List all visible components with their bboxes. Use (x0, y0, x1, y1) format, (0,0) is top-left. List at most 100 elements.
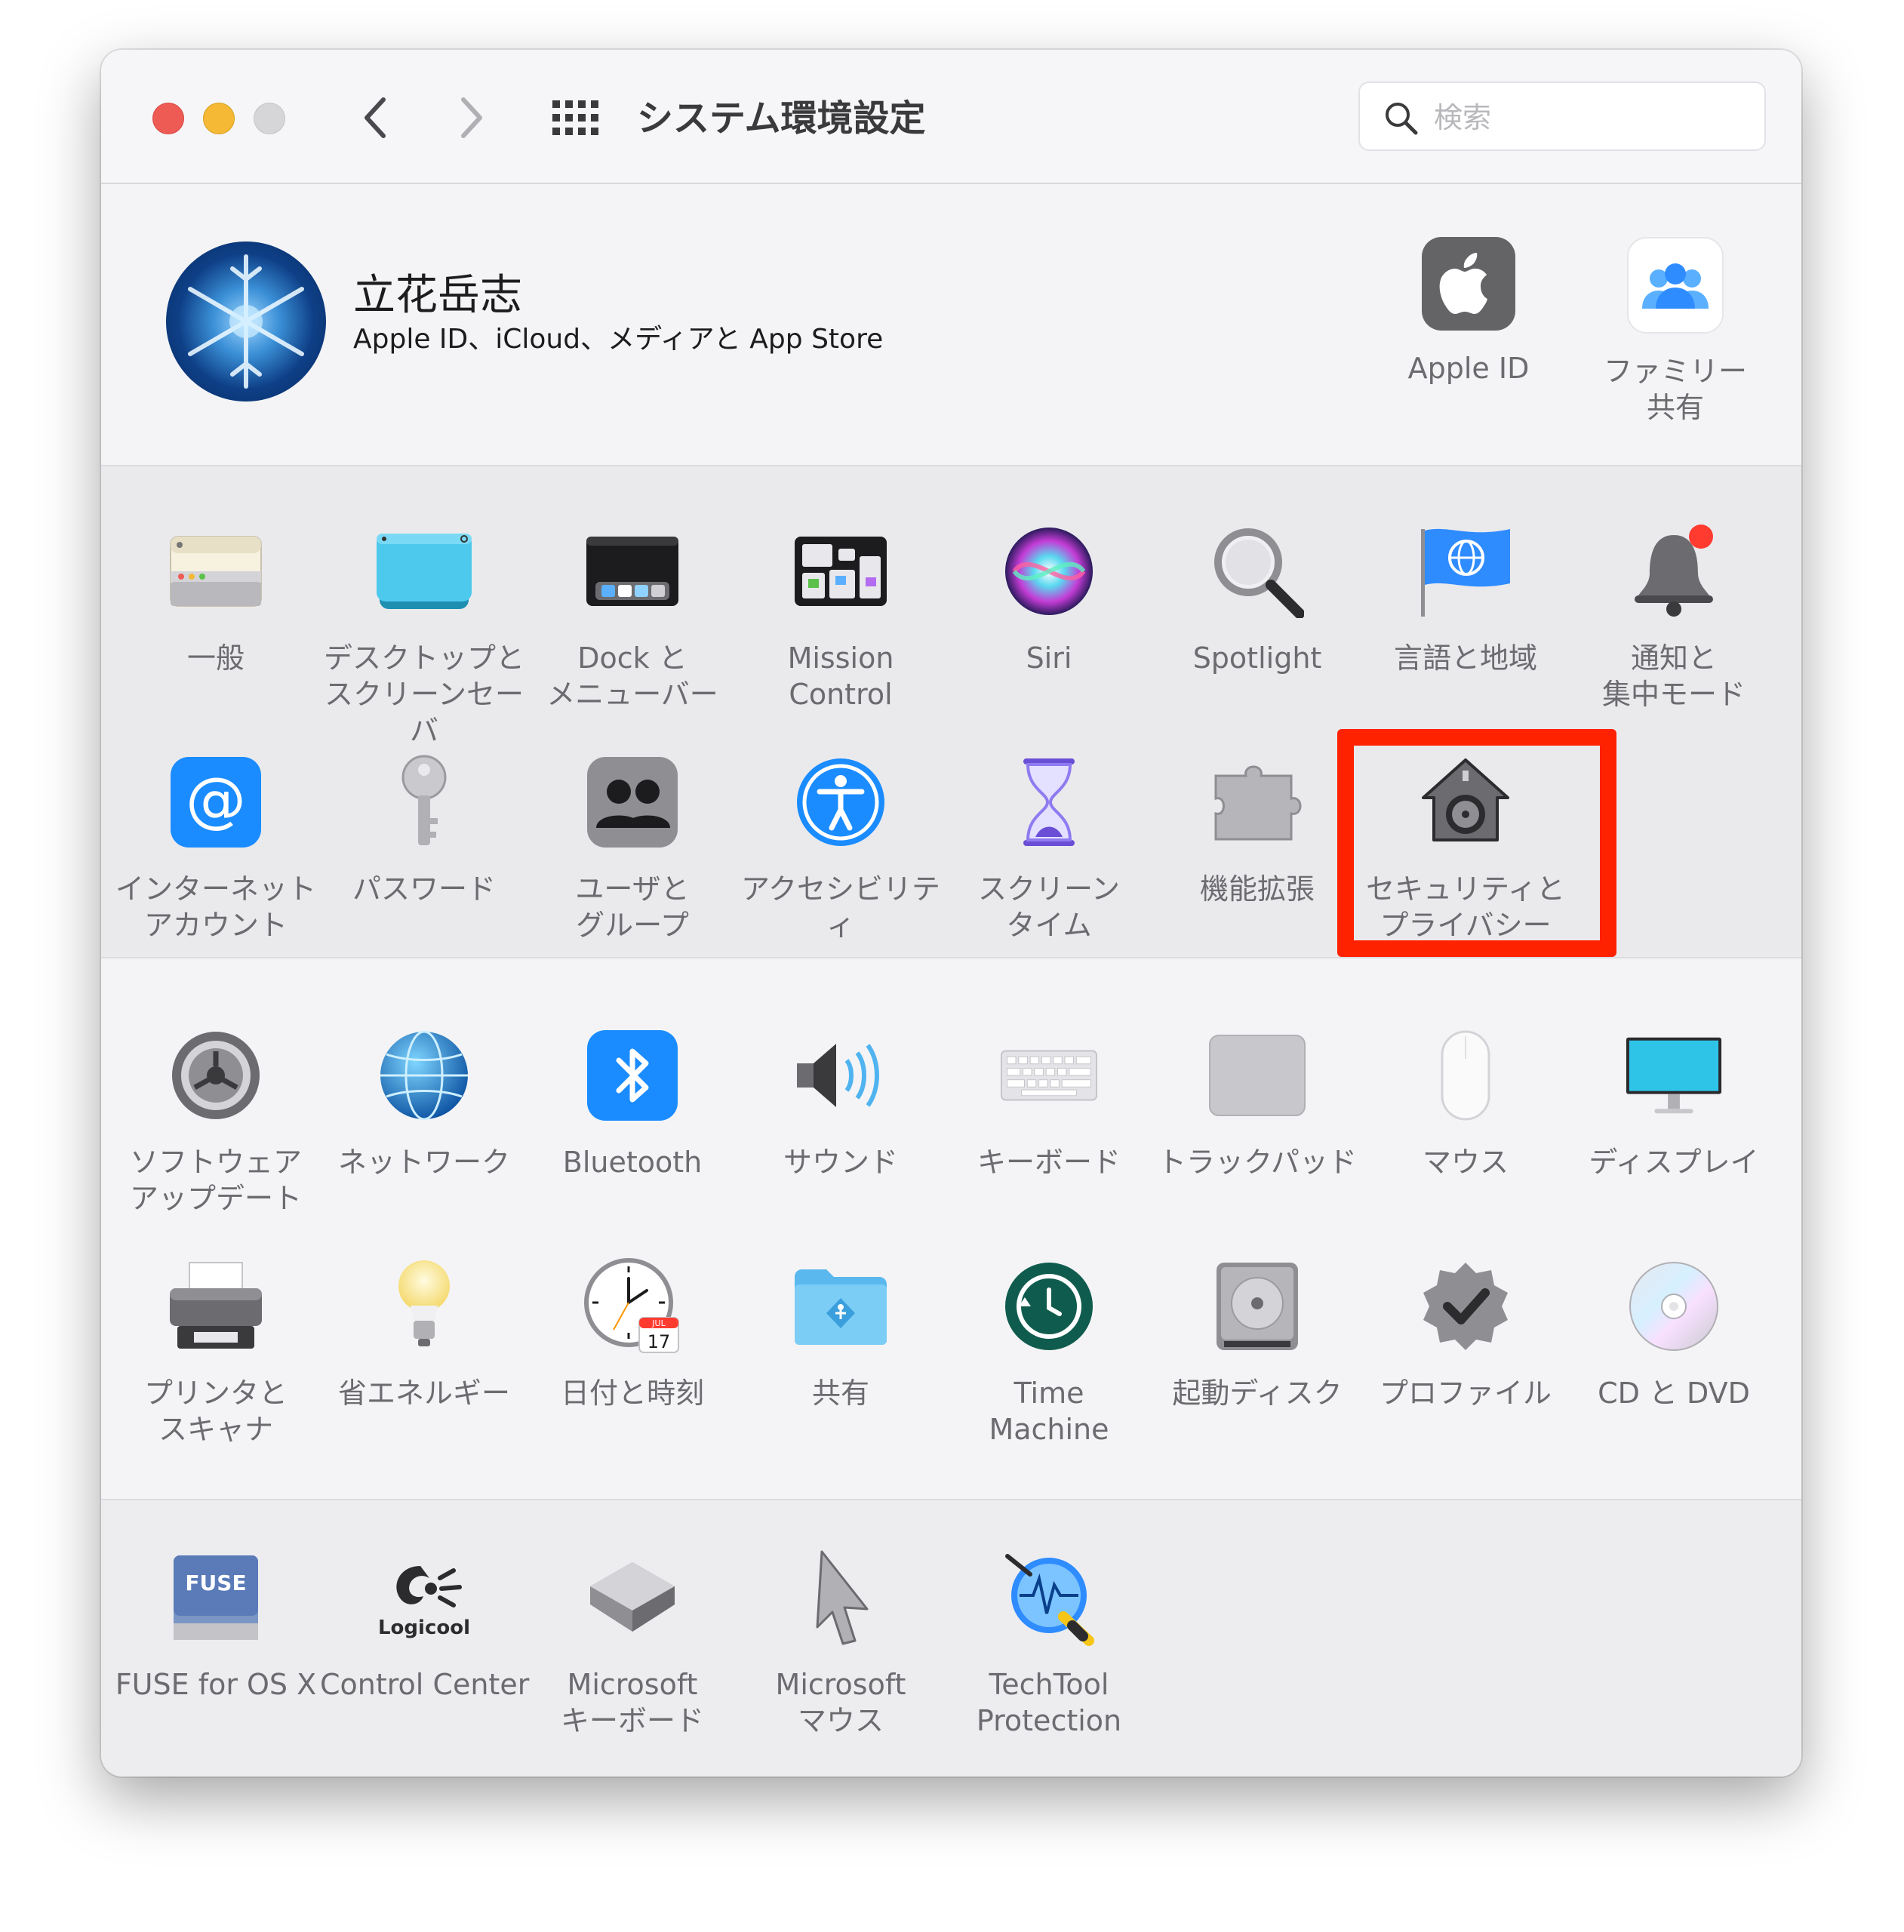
pref-label: プロファイル (1379, 1377, 1552, 1410)
svg-text:Logicool: Logicool (378, 1617, 470, 1639)
close-window-button[interactable] (152, 103, 184, 134)
pref-label: Microsoft マウス (775, 1668, 906, 1737)
pref-startup-disk[interactable]: 起動ディスク (1153, 1257, 1361, 1411)
back-button[interactable] (347, 89, 404, 146)
light-bulb-icon (375, 1257, 473, 1355)
magnifying-glass-icon (1208, 522, 1306, 620)
techtool-icon (1000, 1549, 1098, 1647)
general-icon (167, 522, 265, 620)
security-privacy-highlight-box (1337, 729, 1616, 957)
pref-mouse[interactable]: マウス (1361, 1026, 1570, 1180)
svg-text:FUSE: FUSE (185, 1571, 246, 1595)
puzzle-piece-icon (1208, 753, 1306, 851)
pref-trackpad[interactable]: トラックパッド (1153, 1026, 1361, 1180)
pref-label: FUSE for OS X (115, 1668, 317, 1701)
users-icon (583, 753, 681, 851)
pref-label: 日付と時刻 (560, 1377, 704, 1410)
pref-label: プリンタと スキャナ (143, 1377, 288, 1446)
show-all-button[interactable] (546, 89, 604, 146)
pref-control-center[interactable]: Logicool Control Center (320, 1549, 530, 1703)
mouse-icon (1416, 1026, 1515, 1124)
title-bar: システム環境設定 (101, 50, 1801, 184)
pref-label: TechTool Protection (976, 1668, 1122, 1737)
pref-profiles[interactable]: プロファイル (1361, 1257, 1570, 1411)
pref-label: 共有 (811, 1377, 869, 1410)
pref-desktop-screensaver[interactable]: デスクトップと スクリーンセーバ (320, 522, 528, 749)
key-cap-icon (583, 1549, 681, 1647)
grid-icon (552, 100, 598, 135)
other-prefs-section: FUSE FUSE for OS X Logicool Control Cent… (101, 1500, 1801, 1777)
pref-software-update[interactable]: ソフトウェア アップデート (112, 1026, 320, 1217)
pref-mission-control[interactable]: Mission Control (737, 522, 945, 712)
pref-apple-id[interactable]: Apple ID (1378, 237, 1559, 386)
display-icon (1625, 1026, 1723, 1124)
pref-notifications-focus[interactable]: 通知と 集中モード (1570, 522, 1778, 712)
pref-family-sharing[interactable]: ファミリー 共有 (1585, 237, 1766, 426)
pref-microsoft-keyboard[interactable]: Microsoft キーボード (528, 1549, 737, 1739)
pref-dock-menubar[interactable]: Dock と メニューバー (528, 522, 737, 712)
zoom-window-button[interactable] (254, 103, 285, 134)
pref-screen-time[interactable]: スクリーン タイム (945, 753, 1153, 943)
pref-label: ファミリー 共有 (1603, 355, 1747, 424)
pref-general[interactable]: 一般 (112, 522, 320, 676)
forward-button[interactable] (442, 89, 500, 146)
pref-label: インターネット アカウント (115, 872, 316, 942)
pref-extensions[interactable]: 機能拡張 (1153, 753, 1361, 907)
pref-label: Control Center (320, 1668, 530, 1701)
search-input[interactable] (1432, 91, 1752, 145)
pref-label: 言語と地域 (1393, 641, 1537, 675)
chevron-right-icon (461, 97, 482, 138)
pref-displays[interactable]: ディスプレイ (1570, 1026, 1778, 1180)
time-machine-icon (1000, 1257, 1098, 1355)
pref-label: Mission Control (787, 641, 894, 711)
search-field[interactable] (1358, 82, 1766, 151)
pref-siri[interactable]: Siri (945, 522, 1153, 676)
pref-bluetooth[interactable]: Bluetooth (528, 1026, 737, 1180)
pref-keyboard[interactable]: キーボード (945, 1026, 1153, 1180)
pref-sharing[interactable]: 共有 (737, 1257, 945, 1411)
minimize-window-button[interactable] (203, 103, 235, 134)
pref-label: キーボード (977, 1146, 1121, 1179)
avatar[interactable] (166, 242, 326, 401)
at-sign-icon: @ (167, 753, 265, 851)
pref-passwords[interactable]: パスワード (320, 753, 528, 907)
pref-label: マウス (1422, 1146, 1509, 1179)
logicool-icon: Logicool (375, 1549, 473, 1647)
globe-icon (375, 1026, 473, 1124)
pref-label: 起動ディスク (1172, 1377, 1343, 1410)
bell-icon (1625, 522, 1723, 620)
dock-icon (583, 522, 681, 620)
pref-users-groups[interactable]: ユーザと グループ (528, 753, 737, 943)
pref-sound[interactable]: サウンド (737, 1026, 945, 1180)
pref-cd-dvd[interactable]: CD と DVD (1570, 1257, 1778, 1411)
pref-language-region[interactable]: 言語と地域 (1361, 522, 1570, 676)
pref-spotlight[interactable]: Spotlight (1153, 522, 1361, 676)
pref-label: 一般 (186, 641, 245, 675)
checkmark-badge-icon (1416, 1257, 1515, 1355)
pref-time-machine[interactable]: Time Machine (945, 1257, 1153, 1447)
pref-date-time[interactable]: JUL 17 日付と時刻 (528, 1257, 737, 1411)
svg-text:@: @ (186, 764, 246, 835)
pref-label: Siri (1026, 641, 1072, 675)
account-subtitle: Apple ID、iCloud、メディアと App Store (353, 324, 884, 355)
clock-calendar-icon: JUL 17 (583, 1257, 681, 1355)
folder-icon (792, 1257, 890, 1355)
pref-accessibility[interactable]: アクセシビリティ (737, 753, 945, 943)
pref-label: 通知と 集中モード (1601, 641, 1746, 711)
pref-label: Apple ID (1407, 352, 1530, 385)
svg-text:JUL: JUL (651, 1318, 666, 1328)
siri-icon (1000, 522, 1098, 620)
fuse-drive-icon: FUSE (167, 1549, 265, 1647)
pref-label: ディスプレイ (1589, 1146, 1759, 1179)
pref-label: ユーザと グループ (575, 872, 690, 942)
pref-internet-accounts[interactable]: @ インターネット アカウント (112, 753, 320, 943)
pref-label: Dock と メニューバー (546, 641, 718, 711)
pref-energy-saver[interactable]: 省エネルギー (320, 1257, 528, 1411)
pref-label: Microsoft キーボード (560, 1668, 704, 1737)
pref-techtool-protection[interactable]: TechTool Protection (945, 1549, 1153, 1739)
pref-network[interactable]: ネットワーク (320, 1026, 528, 1180)
pref-microsoft-mouse[interactable]: Microsoft マウス (737, 1549, 945, 1739)
pref-fuse[interactable]: FUSE FUSE for OS X (112, 1549, 320, 1703)
accessibility-icon (792, 753, 890, 851)
pref-printers-scanners[interactable]: プリンタと スキャナ (112, 1257, 320, 1447)
